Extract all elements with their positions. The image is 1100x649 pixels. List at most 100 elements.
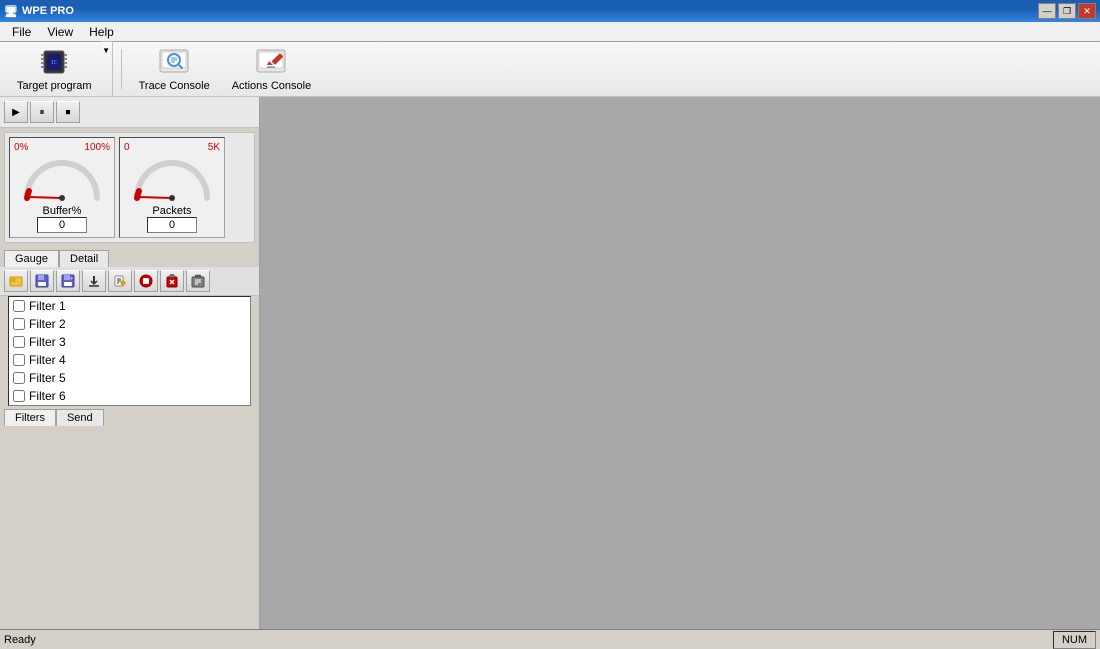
menu-help[interactable]: Help <box>81 23 122 41</box>
main-area: ▶ ⏸ ⏹ 0% 100% <box>0 97 1100 629</box>
pause-button[interactable]: ⏸ <box>30 101 54 123</box>
filter-5-label: Filter 5 <box>29 371 66 385</box>
filter-5-checkbox[interactable] <box>13 372 25 384</box>
filter-6-checkbox[interactable] <box>13 390 25 402</box>
menu-file[interactable]: File <box>4 23 39 41</box>
target-program-label: Target program <box>17 80 92 92</box>
target-program-group: IC Target program ▼ <box>8 41 113 97</box>
tab-filters[interactable]: Filters <box>4 409 56 426</box>
filter-toolbar: + <box>0 267 259 296</box>
trace-console-label: Trace Console <box>139 80 210 92</box>
filter-stop-button[interactable] <box>134 270 158 292</box>
actions-console-icon <box>253 46 289 78</box>
svg-text:+: + <box>70 276 73 282</box>
tab-gauge[interactable]: Gauge <box>4 250 59 267</box>
packets-gauge-value: 0 <box>147 217 197 233</box>
app-title: WPE PRO <box>22 5 74 17</box>
filter-1-checkbox[interactable] <box>13 300 25 312</box>
filter-4-label: Filter 4 <box>29 353 66 367</box>
save-icon <box>35 274 49 288</box>
filter-item-6[interactable]: Filter 6 <box>9 387 250 405</box>
send-panel <box>4 430 255 625</box>
filter-save-as-button[interactable]: + <box>56 270 80 292</box>
filter-7-checkbox[interactable] <box>13 405 25 406</box>
filter-item-7: Filter 7 <box>9 405 250 406</box>
playback-bar: ▶ ⏸ ⏹ <box>0 97 259 128</box>
actions-console-button[interactable]: Actions Console <box>223 41 321 97</box>
filter-3-label: Filter 3 <box>29 335 66 349</box>
play-button[interactable]: ▶ <box>4 101 28 123</box>
svg-text:IC: IC <box>51 60 57 66</box>
chip-svg: IC <box>36 47 72 77</box>
packets-gauge: 0 5K Packets 0 <box>119 137 225 238</box>
delete-icon <box>165 274 179 288</box>
filter-1-label: Filter 1 <box>29 299 66 313</box>
packets-gauge-labels: 0 5K <box>124 142 220 153</box>
title-bar: 🖥 WPE PRO — ❐ ✕ <box>0 0 1100 22</box>
trace-console-icon <box>156 46 192 78</box>
stop-button[interactable]: ⏹ <box>56 101 80 123</box>
toolbar-separator-1 <box>121 49 122 89</box>
packets-min-label: 0 <box>124 142 130 153</box>
buffer-gauge-title: Buffer% <box>43 205 82 217</box>
filter-delete-button[interactable] <box>160 270 184 292</box>
buffer-gauge-value: 0 <box>37 217 87 233</box>
filter-7-label: Filter 7 <box>29 405 66 406</box>
num-indicator: NUM <box>1053 631 1096 649</box>
import-icon <box>87 274 101 288</box>
gauge-tab-strip: Gauge Detail <box>0 247 259 267</box>
left-panel: ▶ ⏸ ⏹ 0% 100% <box>0 97 260 629</box>
filter-save-button[interactable] <box>30 270 54 292</box>
actions-console-label: Actions Console <box>232 80 312 92</box>
filter-item-3[interactable]: Filter 3 <box>9 333 250 351</box>
tab-detail[interactable]: Detail <box>59 250 109 267</box>
minimize-button[interactable]: — <box>1038 3 1056 19</box>
filter-3-checkbox[interactable] <box>13 336 25 348</box>
filter-6-label: Filter 6 <box>29 389 66 403</box>
menu-view[interactable]: View <box>39 23 81 41</box>
packets-max-label: 5K <box>208 142 220 153</box>
save-as-icon: + <box>61 274 75 288</box>
filter-2-label: Filter 2 <box>29 317 66 331</box>
buffer-max-label: 100% <box>84 142 110 153</box>
target-program-button[interactable]: IC Target program <box>8 41 101 97</box>
buffer-gauge-labels: 0% 100% <box>14 142 110 153</box>
filter-list-container: Filter 1 Filter 2 Filter 3 Filter 4 Filt… <box>4 296 255 406</box>
app-icon: 🖥 <box>4 5 18 18</box>
status-bar: Ready NUM <box>0 629 1100 649</box>
filter-4-checkbox[interactable] <box>13 354 25 366</box>
status-text: Ready <box>4 634 36 646</box>
gauge-panel: 0% 100% Buffer% 0 <box>4 132 255 243</box>
status-right: NUM <box>1053 631 1096 649</box>
menu-bar: File View Help <box>0 22 1100 42</box>
target-program-icon: IC <box>36 46 72 78</box>
filter-2-checkbox[interactable] <box>13 318 25 330</box>
target-program-dropdown[interactable]: ▼ <box>101 41 113 97</box>
filter-clear-button[interactable] <box>186 270 210 292</box>
buffer-gauge-svg <box>17 153 107 205</box>
restore-button[interactable]: ❐ <box>1058 3 1076 19</box>
actions-icon-svg <box>253 47 289 77</box>
tab-send[interactable]: Send <box>56 409 104 426</box>
packets-gauge-svg <box>127 153 217 205</box>
toolbar: IC Target program ▼ Trace Console <box>0 42 1100 97</box>
filter-import-button[interactable] <box>82 270 106 292</box>
folder-open-icon <box>9 274 23 288</box>
filter-item-1[interactable]: Filter 1 <box>9 297 250 315</box>
filters-tab-strip: Filters Send <box>0 406 259 426</box>
close-button[interactable]: ✕ <box>1078 3 1096 19</box>
packets-gauge-title: Packets <box>152 205 191 217</box>
filter-item-5[interactable]: Filter 5 <box>9 369 250 387</box>
buffer-min-label: 0% <box>14 142 28 153</box>
right-panel <box>260 97 1100 629</box>
title-bar-left: 🖥 WPE PRO <box>4 5 74 18</box>
trace-console-button[interactable]: Trace Console <box>130 41 219 97</box>
filter-item-4[interactable]: Filter 4 <box>9 351 250 369</box>
stop-icon <box>139 274 153 288</box>
buffer-gauge: 0% 100% Buffer% 0 <box>9 137 115 238</box>
filter-list[interactable]: Filter 1 Filter 2 Filter 3 Filter 4 Filt… <box>8 296 251 406</box>
filter-edit-button[interactable] <box>108 270 132 292</box>
clear-icon <box>191 274 205 288</box>
filter-item-2[interactable]: Filter 2 <box>9 315 250 333</box>
filter-open-button[interactable] <box>4 270 28 292</box>
